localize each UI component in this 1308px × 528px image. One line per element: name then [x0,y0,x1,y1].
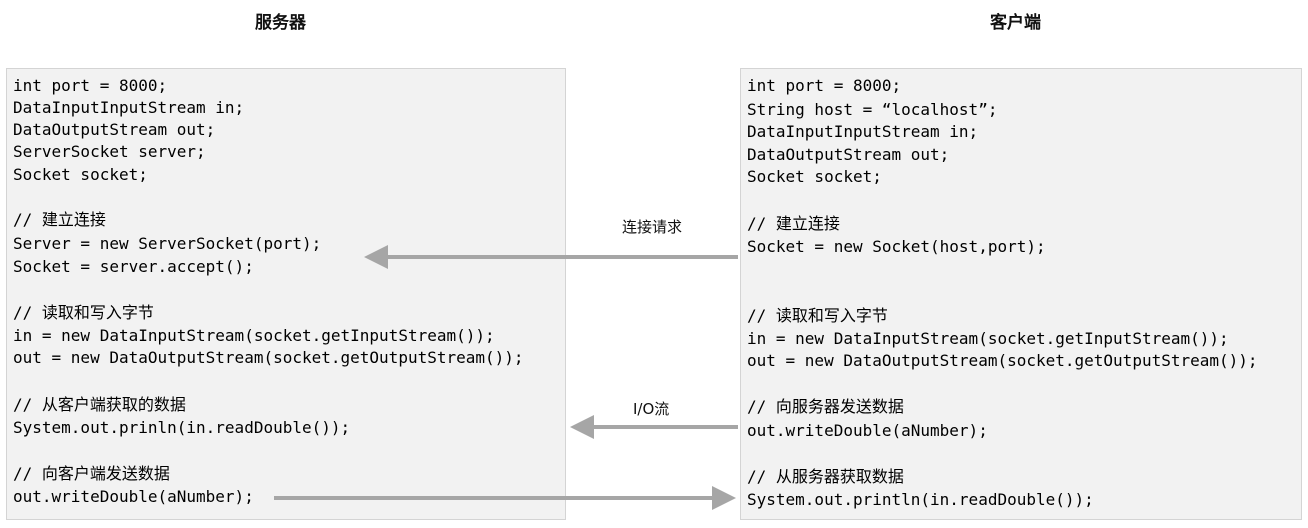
server-code-line: // 向客户端发送数据 [13,464,170,483]
server-heading: 服务器 [255,13,306,33]
client-heading: 客户端 [990,13,1041,33]
client-code-line: in = new DataInputStream(socket.getInput… [747,329,1229,348]
connection-request-label: 连接请求 [622,218,683,236]
client-code-line: // 读取和写入字节 [747,306,888,325]
client-code-line: Socket = new Socket(host,port); [747,237,1046,256]
server-code-line: DataOutputStream out; [13,120,216,139]
client-code-panel: int port = 8000; String host = “localhost… [740,68,1302,520]
client-code-line: out.writeDouble(aNumber); [747,421,988,440]
client-code-line: String host = “localhost”; [747,100,998,119]
client-code-line: int port = 8000; [747,76,902,95]
client-code-line: DataInputInputStream in; [747,122,979,141]
server-code-line: Server = new ServerSocket(port); [13,234,322,253]
client-code-line: Socket socket; [747,167,882,186]
server-code-line: DataInputInputStream in; [13,98,245,117]
server-code-line: Socket socket; [13,165,148,184]
client-code-line: System.out.println(in.readDouble()); [747,490,1094,509]
server-code-line: int port = 8000; [13,76,168,95]
client-code-line: // 从服务器获取数据 [747,467,904,486]
server-code-panel: int port = 8000; DataInputInputStream in;… [6,68,566,520]
server-code-line: in = new DataInputStream(socket.getInput… [13,326,495,345]
server-code-line: // 建立连接 [13,210,106,229]
server-code-line: out = new DataOutputStream(socket.getOut… [13,348,524,367]
client-code-line: // 建立连接 [747,214,840,233]
server-code-line: // 从客户端获取的数据 [13,395,186,414]
client-code-line: out = new DataOutputStream(socket.getOut… [747,351,1258,370]
io-stream-label: I/O流 [633,400,670,418]
client-code-line: DataOutputStream out; [747,145,950,164]
server-code-line: // 读取和写入字节 [13,303,154,322]
server-code-line: Socket = server.accept(); [13,257,254,276]
server-code-line: ServerSocket server; [13,142,206,161]
client-code-line: // 向服务器发送数据 [747,397,904,416]
server-code-line: System.out.prinln(in.readDouble()); [13,418,351,437]
server-code-line: out.writeDouble(aNumber); [13,487,254,506]
